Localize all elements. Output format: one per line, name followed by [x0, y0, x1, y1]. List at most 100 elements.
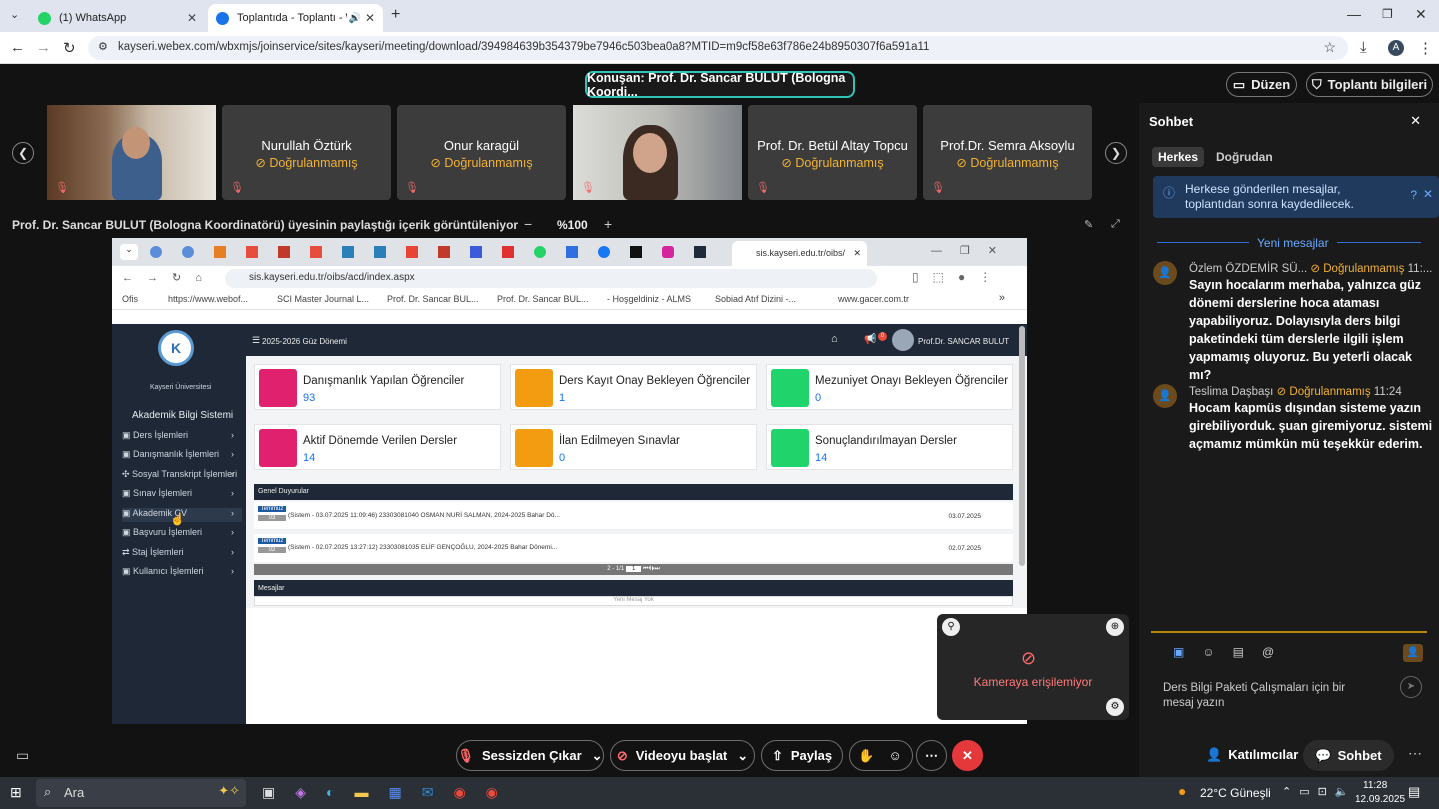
back-icon[interactable]: ←: [10, 39, 25, 56]
new-tab-button[interactable]: +: [391, 6, 400, 24]
edge-icon[interactable]: ◐: [326, 784, 354, 800]
notification-center-icon[interactable]: ▤: [1408, 784, 1420, 800]
announcement-row[interactable]: Temmuz 03 (Sistem - 03.07.2025 11:09:46)…: [254, 502, 1013, 530]
meeting-info-button[interactable]: ⛉ Toplantı bilgileri: [1306, 72, 1433, 97]
address-bar[interactable]: ⚙ kayseri.webex.com/wbxmjs/joinservice/s…: [88, 36, 1348, 60]
stat-card[interactable]: Aktif Dönemde Verilen Dersler 14: [254, 424, 501, 470]
menu-item[interactable]: ▣ Kullanıcı İşlemleri ›: [122, 566, 242, 577]
new-messages-label: Yeni mesajlar: [1249, 236, 1337, 250]
announcement-row[interactable]: Temmuz 02 (Sistem - 02.07.2025 13:27:12)…: [254, 534, 1013, 562]
chrome-icon[interactable]: ◉: [453, 784, 485, 800]
tab-list-dropdown-icon[interactable]: ⌄: [10, 8, 19, 21]
stat-card[interactable]: Sonuçlandırılmayan Dersler 14: [766, 424, 1013, 470]
recipient-icon[interactable]: 👤: [1403, 644, 1423, 662]
task-view-icon[interactable]: ▣: [262, 784, 295, 800]
pin-icon[interactable]: ⚲: [942, 618, 960, 636]
help-icon[interactable]: ?: [1410, 188, 1417, 203]
close-chat-icon[interactable]: ✕: [1410, 113, 1421, 129]
date-day: 03: [258, 515, 286, 521]
chrome-active-icon[interactable]: ◉: [486, 784, 518, 800]
zoom-level: %100: [557, 218, 588, 232]
minimize-icon[interactable]: —: [1347, 6, 1361, 22]
copilot-icon[interactable]: ◈: [295, 784, 326, 800]
pinned-icon: [374, 246, 386, 258]
tab-whatsapp[interactable]: (1) WhatsApp ✕: [30, 4, 205, 32]
menu-item[interactable]: ▣ Başvuru İşlemleri ›: [122, 527, 242, 538]
taskbar-search[interactable]: ⌕ Ara ✦✧: [36, 779, 246, 807]
shared-address-bar: ←→↻⌂ sis.kayseri.edu.tr/oibs/acd/index.a…: [112, 266, 1027, 290]
restore-icon[interactable]: ❐: [1382, 7, 1393, 21]
bookmark-star-icon[interactable]: ☆: [1323, 39, 1336, 56]
chevron-down-icon[interactable]: ⌄: [592, 748, 603, 764]
stat-card[interactable]: Mezuniyet Onayı Bekleyen Öğrenciler 0: [766, 364, 1013, 410]
chevron-down-icon[interactable]: ⌄: [737, 748, 748, 764]
prev-participants-icon[interactable]: ❮: [12, 142, 34, 164]
chat-button[interactable]: 💬 Sohbet: [1303, 740, 1394, 771]
settings-icon[interactable]: ⚙: [1106, 698, 1124, 716]
shared-bookmarks-bar: Ofis https://www.webof... SCI Master Jou…: [112, 290, 1027, 310]
pinned-icon: [566, 246, 578, 258]
pip-icon[interactable]: ⊕: [1106, 618, 1124, 636]
menu-item[interactable]: ▣ Danışmanlık İşlemleri ›: [122, 449, 242, 460]
reload-icon[interactable]: ↻: [63, 39, 76, 57]
page-select[interactable]: 1: [625, 566, 642, 572]
forward-icon[interactable]: →: [36, 39, 51, 56]
more-panels-icon[interactable]: ⋯: [1408, 745, 1422, 762]
chat-input[interactable]: Ders Bilgi Paketi Çalışmaları için bir m…: [1163, 681, 1373, 711]
zoom-out-button[interactable]: −: [524, 216, 532, 232]
more-options-button[interactable]: ⋯: [916, 740, 947, 771]
dismiss-notice-icon[interactable]: ✕: [1423, 187, 1433, 202]
stat-card[interactable]: İlan Edilmeyen Sınavlar 0: [510, 424, 757, 470]
participant-tile-video[interactable]: 🎙: [47, 105, 216, 200]
share-button[interactable]: ⇧ Paylaş: [761, 740, 843, 771]
format-icon[interactable]: ▣: [1173, 645, 1202, 659]
profile-avatar[interactable]: A: [1388, 40, 1404, 56]
participant-tile[interactable]: Prof.Dr. Semra Aksoylu ⊘ Doğrulanmamış 🎙: [923, 105, 1092, 200]
leave-meeting-button[interactable]: ✕: [952, 740, 983, 771]
stat-card[interactable]: Ders Kayıt Onay Bekleyen Öğrenciler 1: [510, 364, 757, 410]
participant-tile[interactable]: Prof. Dr. Betül Altay Topcu ⊘ Doğrulanma…: [748, 105, 917, 200]
unmute-button[interactable]: 🎙 Sessizden Çıkar ⌄: [456, 740, 604, 771]
start-video-button[interactable]: ⊘ Videoyu başlat ⌄: [610, 740, 755, 771]
chat-message: 👤 Teslima Daşbaşı ⊘ Doğrulanmamış 11:24 …: [1153, 384, 1433, 453]
gif-icon[interactable]: ▤: [1233, 645, 1262, 659]
chat-tab-direct[interactable]: Doğrudan: [1216, 150, 1273, 164]
menu-item[interactable]: ▣ Ders İşlemleri ›: [122, 430, 242, 441]
messages-header: Mesajlar: [254, 580, 1013, 596]
copilot-sparkle-icon: ✦✧: [218, 783, 240, 798]
participant-tile[interactable]: Nurullah Öztürk ⊘ Doğrulanmamış 🎙: [222, 105, 391, 200]
mention-icon[interactable]: @: [1262, 645, 1292, 659]
send-icon[interactable]: ➤: [1400, 676, 1422, 698]
layout-button[interactable]: ▭ Düzen: [1226, 72, 1297, 97]
emoji-icon[interactable]: ☺: [1202, 645, 1232, 659]
windows-start-icon[interactable]: ⊞: [10, 784, 22, 801]
browser-menu-icon[interactable]: ⋮: [1418, 39, 1433, 57]
next-participants-icon[interactable]: ❯: [1105, 142, 1127, 164]
self-view: ⚲ ⊕ ⊘ Kameraya erişilemiyor ⚙: [937, 614, 1129, 720]
annotate-icon[interactable]: ✎: [1084, 218, 1093, 231]
shared-window-controls: —❐✕: [930, 245, 1015, 257]
outlook-icon[interactable]: ✉: [422, 784, 454, 800]
reactions-button[interactable]: ✋ ☺: [849, 740, 913, 771]
participant-tile[interactable]: Onur karagül ⊘ Doğrulanmamış 🎙: [397, 105, 566, 200]
site-info-icon[interactable]: ⚙: [98, 40, 108, 53]
captions-icon[interactable]: ▭: [16, 747, 29, 764]
participants-button[interactable]: 👤 Katılımcılar: [1206, 747, 1298, 763]
muted-mic-icon: 🎙: [405, 182, 419, 194]
menu-item[interactable]: ⇄ Staj İşlemleri ›: [122, 547, 242, 558]
close-window-icon[interactable]: ✕: [1415, 6, 1427, 23]
store-icon[interactable]: ▦: [388, 784, 421, 800]
close-tab-icon[interactable]: ✕: [187, 11, 197, 25]
chat-tab-everyone[interactable]: Herkes: [1152, 147, 1205, 167]
zoom-in-button[interactable]: +: [604, 216, 612, 232]
close-tab-icon[interactable]: ✕: [365, 11, 375, 25]
download-icon[interactable]: ⤓: [1360, 39, 1367, 56]
menu-item[interactable]: ▣ Sınav İşlemleri ›: [122, 488, 242, 499]
stat-card[interactable]: Danışmanlık Yapılan Öğrenciler 93: [254, 364, 501, 410]
participant-tile-video[interactable]: 🎙: [573, 105, 742, 200]
explorer-icon[interactable]: ▬: [354, 784, 388, 800]
menu-item[interactable]: ✣ Sosyal Transkript İşlemleri ›: [122, 469, 242, 480]
expand-icon[interactable]: ⤢: [1111, 218, 1120, 231]
tab-webex[interactable]: Toplantıda - Toplantı - Webex 🔊 ✕: [208, 4, 383, 32]
pinned-icon: [470, 246, 482, 258]
